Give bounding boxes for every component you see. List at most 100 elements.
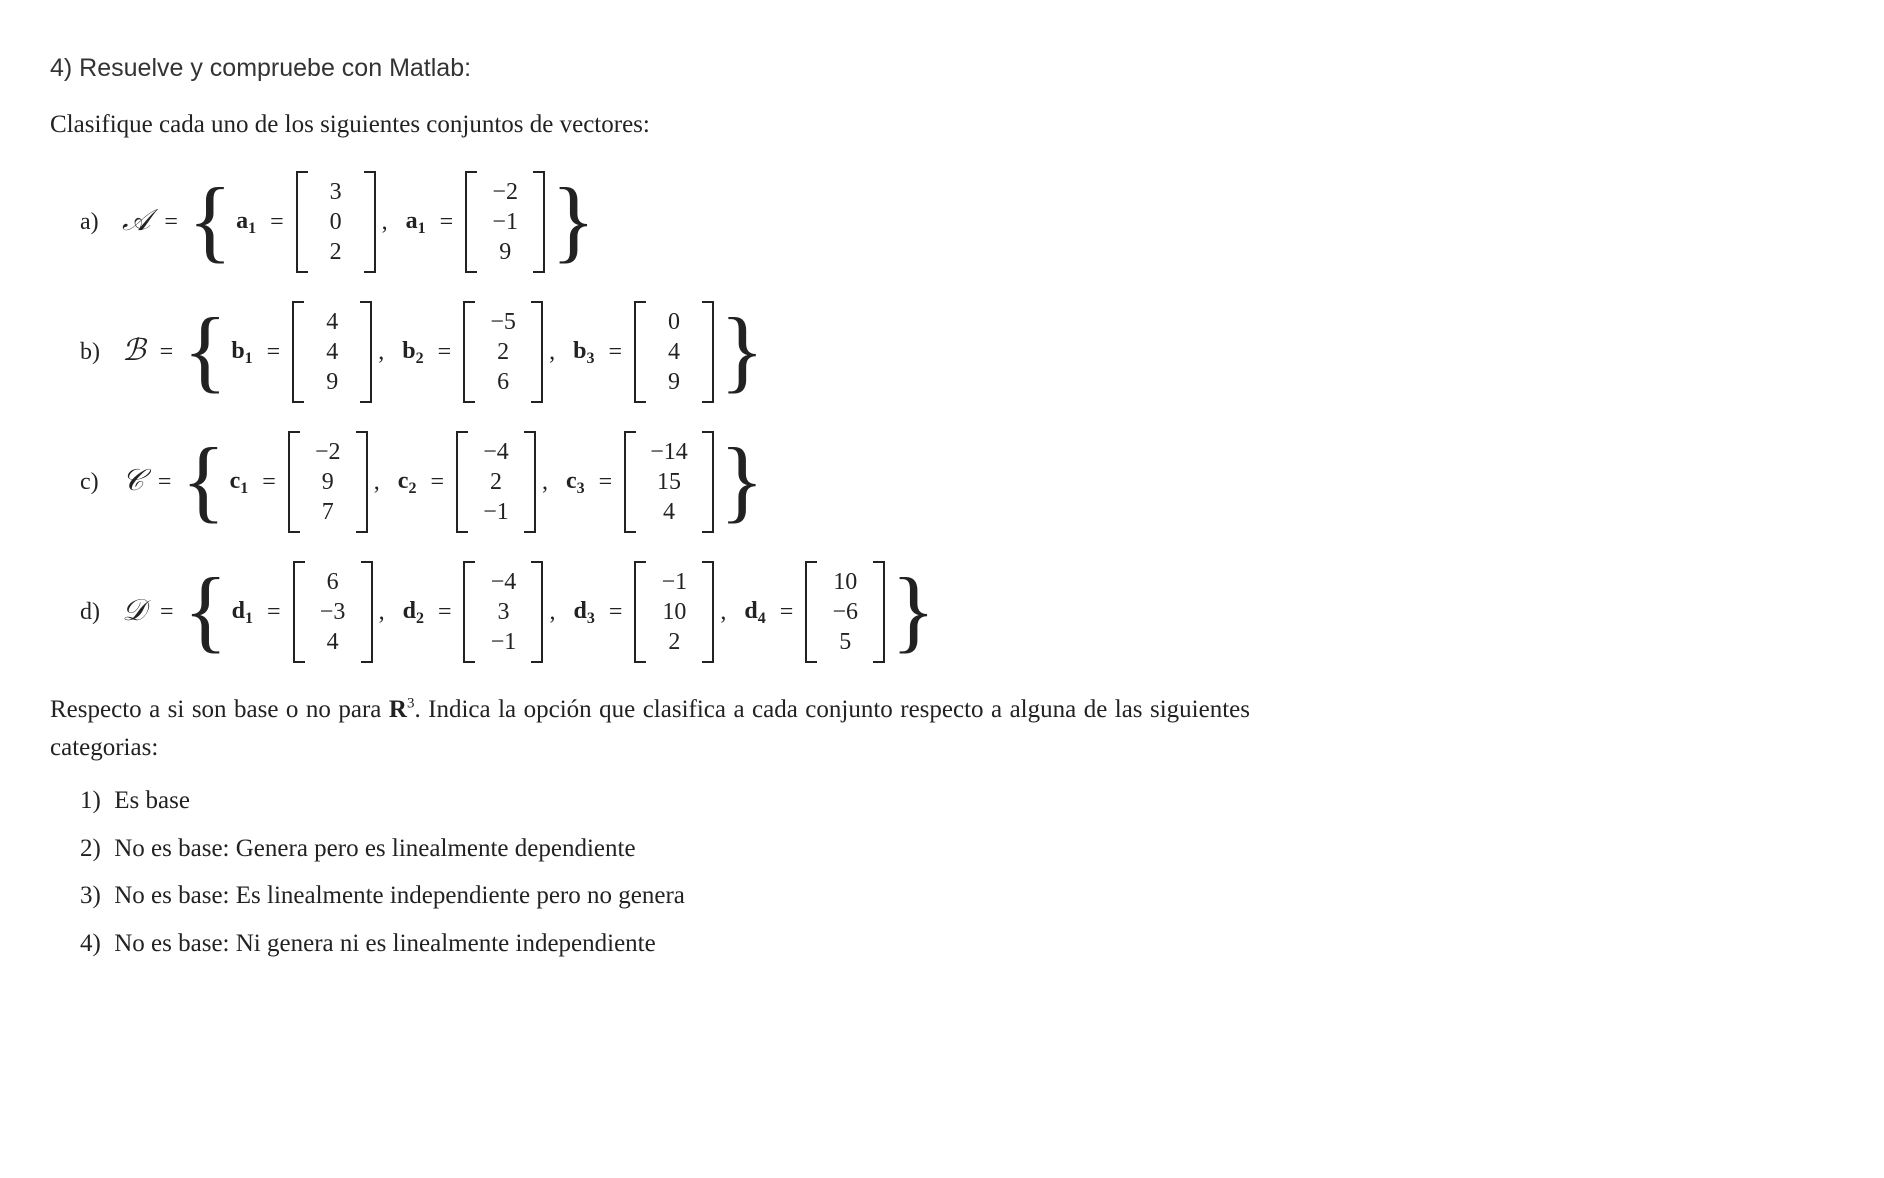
vector-name: a1 <box>394 203 432 242</box>
left-bracket-icon <box>296 171 312 273</box>
equals-sign: = <box>772 594 802 630</box>
right-brace-icon: } <box>889 569 937 652</box>
equals-sign: = <box>601 594 631 630</box>
left-brace-icon: { <box>186 179 234 262</box>
equals-sign: = <box>432 204 462 240</box>
set-row: d)𝒟={d1=6−34,d2=−43−1,d3=−1102,d4=10−65} <box>80 561 1834 663</box>
vector-entry: −1 <box>482 497 510 527</box>
category-item: 4) No es base: Ni genera ni es linealmen… <box>80 925 1834 963</box>
vector-entry: 6 <box>319 567 347 597</box>
comma: , <box>377 594 391 630</box>
vector-entry: −2 <box>314 437 342 467</box>
vector-entry: 4 <box>318 337 346 367</box>
set-label: d) <box>80 594 120 630</box>
right-brace-icon: } <box>549 179 597 262</box>
category-text: Es base <box>108 787 190 814</box>
right-bracket-icon <box>520 431 536 533</box>
column-vector: −43−1 <box>463 561 543 663</box>
equals-sign: = <box>254 464 284 500</box>
vector-entry: 10 <box>831 567 859 597</box>
vector-entry: 9 <box>318 367 346 397</box>
paragraph-pre: Respecto a si son base o no para <box>50 696 389 723</box>
vector-entry: 4 <box>319 627 347 657</box>
equals-sign: = <box>150 464 180 500</box>
vector-entry: −3 <box>319 597 347 627</box>
vector-name: d3 <box>561 593 600 632</box>
equals-sign: = <box>600 334 630 370</box>
left-bracket-icon <box>463 301 479 403</box>
equals-sign: = <box>152 594 182 630</box>
exercise-heading: 4) Resuelve y compruebe con Matlab: <box>50 50 1834 88</box>
vector-entries: −2−19 <box>481 171 529 273</box>
vector-subscript: 1 <box>245 350 255 367</box>
vector-entry: 0 <box>322 207 350 237</box>
vector-name: a1 <box>234 203 262 242</box>
set-label: c) <box>80 464 120 500</box>
category-number: 3) <box>80 877 108 915</box>
vector-entries: −1102 <box>650 561 698 663</box>
comma: , <box>547 334 561 370</box>
column-vector: 049 <box>634 301 714 403</box>
column-vector: −2−19 <box>465 171 545 273</box>
classification-paragraph: Respecto a si son base o no para R3. Ind… <box>50 691 1250 766</box>
vector-entry: 3 <box>322 177 350 207</box>
comma: , <box>540 464 554 500</box>
equals-sign: = <box>591 464 621 500</box>
right-brace-icon: } <box>718 309 766 392</box>
vector-entry: 3 <box>489 597 517 627</box>
column-vector: −14154 <box>624 431 714 533</box>
vector-entry: 7 <box>314 497 342 527</box>
left-brace-icon: { <box>181 309 229 392</box>
column-vector: −42−1 <box>456 431 536 533</box>
column-vector: −297 <box>288 431 368 533</box>
vector-subscript: 4 <box>758 610 768 627</box>
category-item: 3) No es base: Es linealmente independie… <box>80 877 1834 915</box>
column-vector: 302 <box>296 171 376 273</box>
vector-entry: −4 <box>489 567 517 597</box>
vector-subscript: 1 <box>248 220 258 237</box>
vector-entries: −43−1 <box>479 561 527 663</box>
vector-subscript: 2 <box>416 350 426 367</box>
equals-sign: = <box>259 334 289 370</box>
column-vector: 6−34 <box>293 561 373 663</box>
category-number: 4) <box>80 925 108 963</box>
comma: , <box>380 204 394 240</box>
set-letter: 𝒞 <box>120 458 150 503</box>
vector-name: b1 <box>229 333 258 372</box>
vector-entry: −1 <box>491 207 519 237</box>
comma: , <box>376 334 390 370</box>
vector-entry: 0 <box>660 307 688 337</box>
column-vector: −1102 <box>634 561 714 663</box>
vector-entry: 9 <box>491 237 519 267</box>
set-inner: b1=449,b2=−526,b3=049 <box>229 301 718 403</box>
vector-entries: 6−34 <box>309 561 357 663</box>
column-vector: 449 <box>292 301 372 403</box>
comma: , <box>718 594 732 630</box>
set-label: a) <box>80 204 120 240</box>
vector-entry: 2 <box>489 337 517 367</box>
right-bracket-icon <box>698 301 714 403</box>
right-bracket-icon <box>360 171 376 273</box>
left-bracket-icon <box>463 561 479 663</box>
vector-entry: 10 <box>660 597 688 627</box>
vector-subscript: 3 <box>586 350 596 367</box>
set-label: b) <box>80 334 120 370</box>
vector-entry: −14 <box>650 437 688 467</box>
left-bracket-icon <box>465 171 481 273</box>
set-letter: ℬ <box>120 328 152 373</box>
left-bracket-icon <box>624 431 640 533</box>
vector-entries: 449 <box>308 301 356 403</box>
vector-entry: −5 <box>489 307 517 337</box>
vector-entry: −4 <box>482 437 510 467</box>
comma: , <box>372 464 386 500</box>
category-text: No es base: Genera pero es linealmente d… <box>108 835 636 862</box>
vector-entry: −1 <box>489 627 517 657</box>
vector-name: c2 <box>386 463 423 502</box>
vector-entry: −2 <box>491 177 519 207</box>
set-row: b)ℬ={b1=449,b2=−526,b3=049} <box>80 301 1834 403</box>
vector-entries: −14154 <box>640 431 698 533</box>
vector-entry: 15 <box>650 467 688 497</box>
right-bracket-icon <box>869 561 885 663</box>
vector-name: b2 <box>390 333 429 372</box>
vector-entry: 2 <box>660 627 688 657</box>
